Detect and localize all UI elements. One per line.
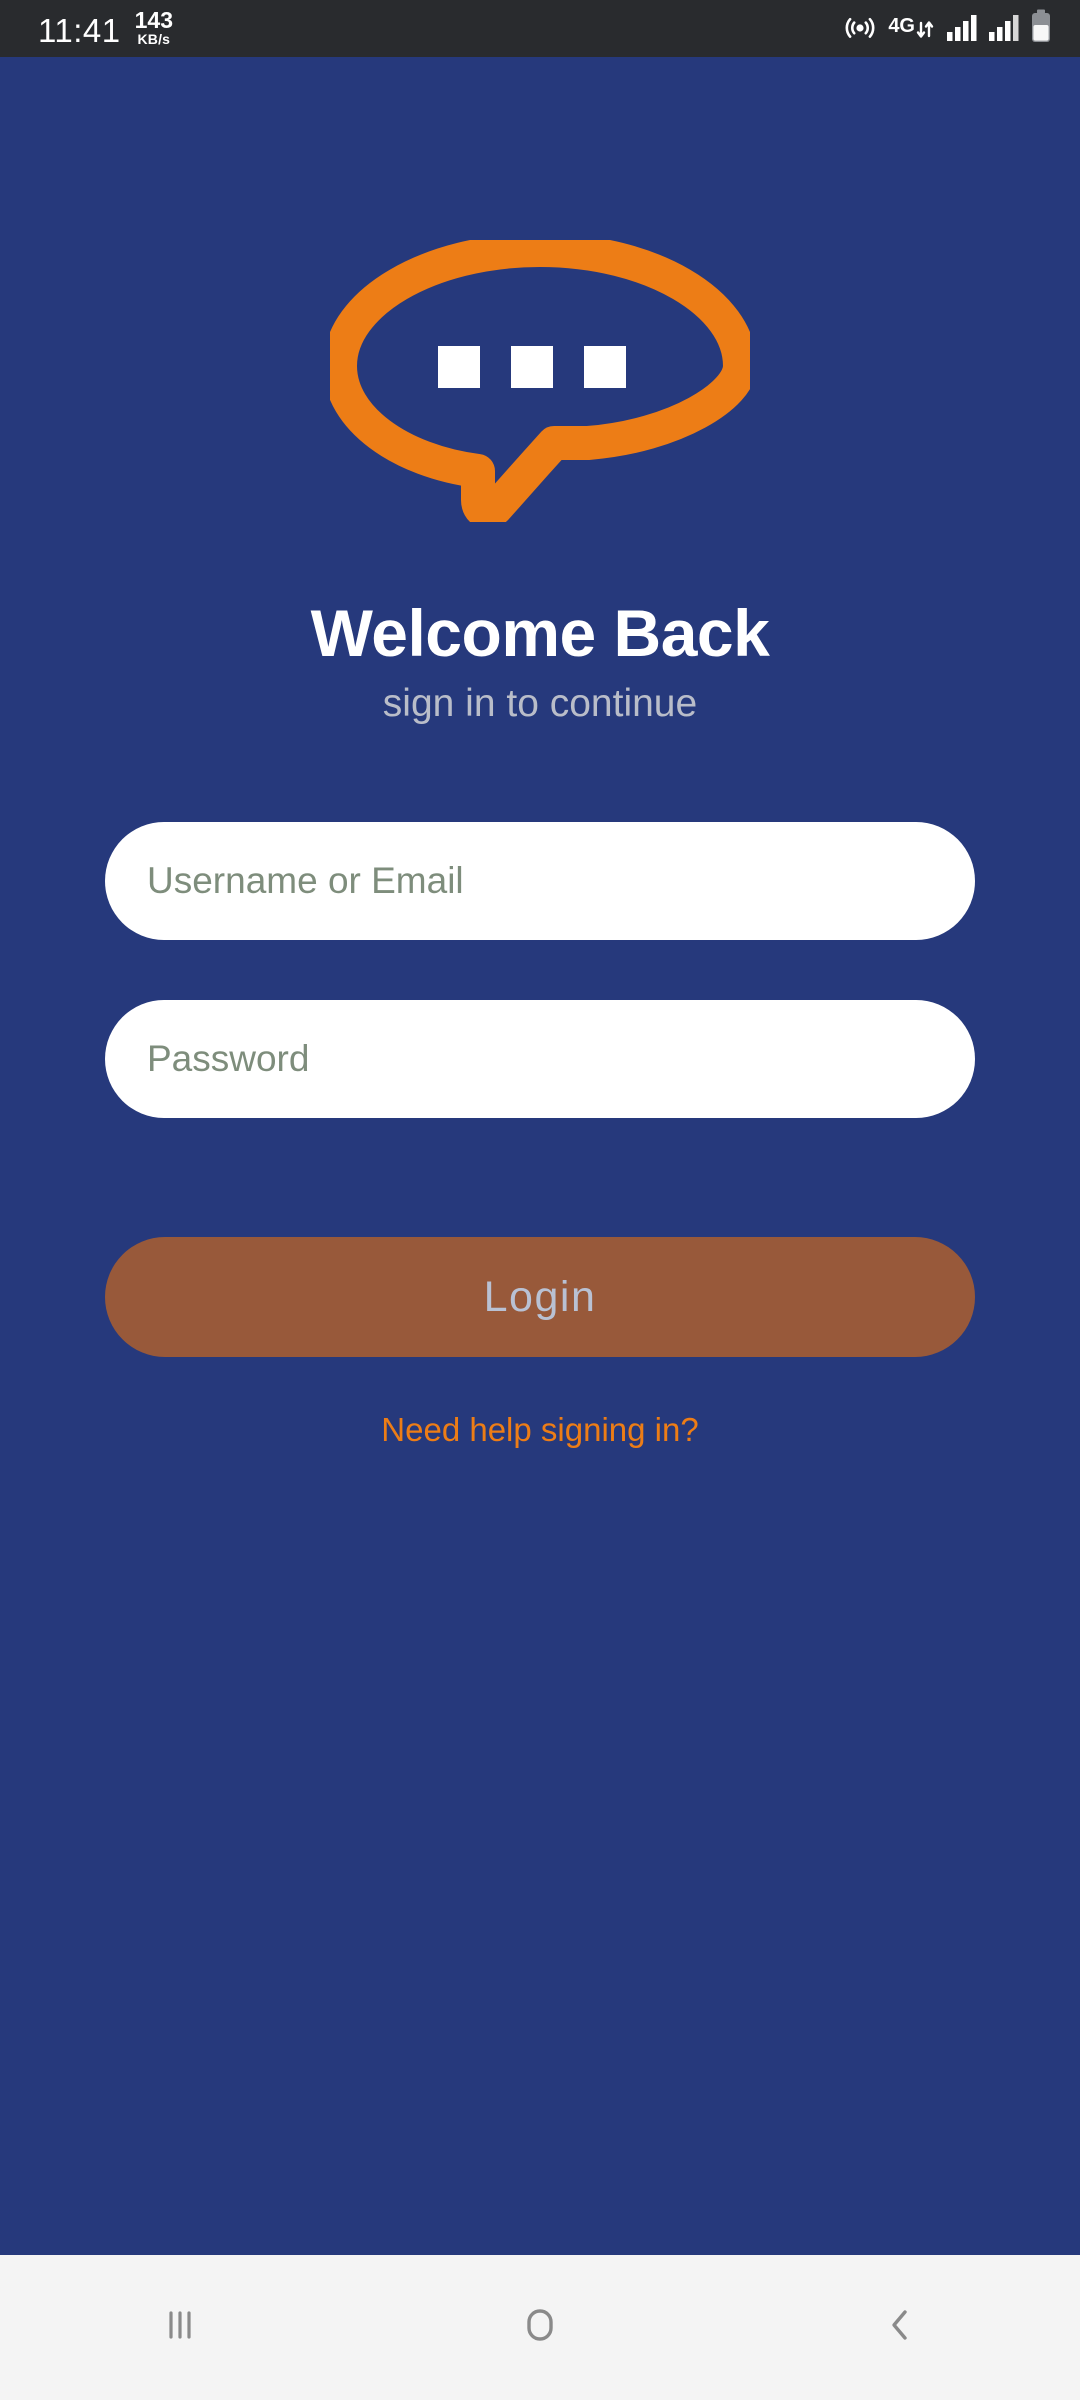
android-navigation-bar <box>0 2255 1080 2400</box>
signal-bars-sim1-icon <box>946 9 977 48</box>
status-bar-right: 4G <box>843 8 1058 49</box>
data-transfer-arrows-icon <box>916 9 935 48</box>
username-input[interactable] <box>105 822 975 940</box>
network-speed-unit: KB/s <box>137 31 171 47</box>
page-title: Welcome Back <box>310 596 770 670</box>
login-button[interactable]: Login <box>105 1237 975 1357</box>
status-bar: 11:41 143 KB/s 4G <box>0 0 1080 57</box>
page-subtitle: sign in to continue <box>382 682 698 725</box>
phone-screen: 11:41 143 KB/s 4G Welcome Back sign in t… <box>0 0 1080 2400</box>
network-speed-value: 143 <box>134 7 174 33</box>
network-type-label: 4G <box>888 14 915 37</box>
nav-back-button[interactable] <box>810 2255 990 2400</box>
battery-icon <box>1030 8 1052 49</box>
back-chevron-icon <box>877 2302 923 2353</box>
nav-home-button[interactable] <box>450 2255 630 2400</box>
chat-bubble-logo <box>330 240 750 522</box>
status-bar-left: 11:41 143 KB/s <box>38 9 173 48</box>
password-input[interactable] <box>105 1000 975 1118</box>
nav-recents-button[interactable] <box>90 2255 270 2400</box>
status-bar-clock: 11:41 <box>38 12 121 49</box>
login-form: Login Need help signing in? <box>105 822 975 1450</box>
home-icon <box>517 2302 563 2353</box>
signal-bars-sim2-icon <box>988 9 1019 48</box>
login-screen: Welcome Back sign in to continue Login N… <box>0 57 1080 2255</box>
network-type-indicator: 4G <box>888 9 935 48</box>
hotspot-icon <box>843 9 877 48</box>
need-help-signing-in-link[interactable]: Need help signing in? <box>381 1410 698 1450</box>
network-speed-indicator: 143 KB/s <box>135 9 173 48</box>
recents-icon <box>157 2302 203 2353</box>
